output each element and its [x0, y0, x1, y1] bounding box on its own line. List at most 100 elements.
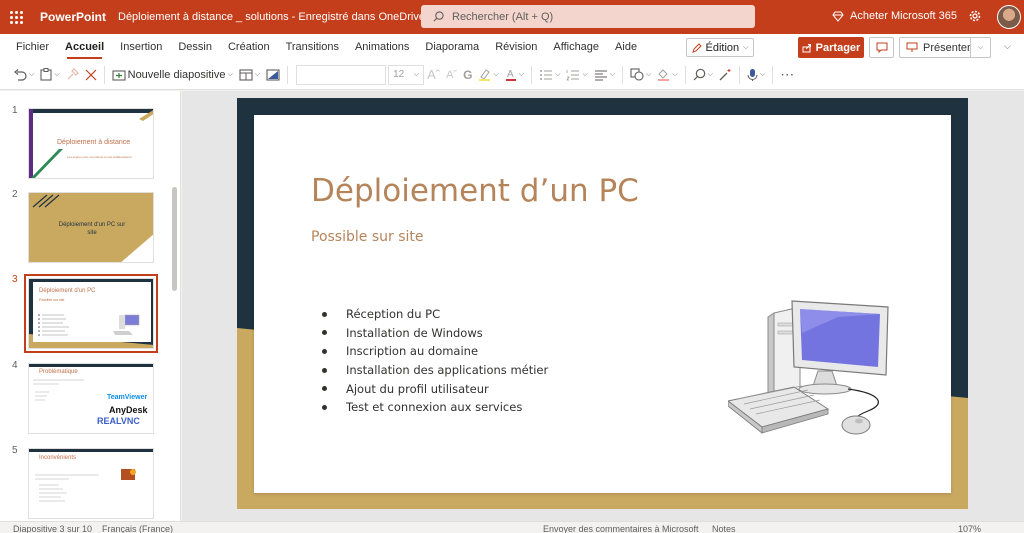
paint-bucket-icon — [658, 69, 670, 81]
slide-title[interactable]: Déploiement d’un PC — [311, 173, 639, 209]
tab-diaporama[interactable]: Diaporama — [417, 34, 487, 60]
font-color-button[interactable]: A ⌵ — [502, 63, 527, 87]
chevron-down-icon: ⌵ — [1004, 41, 1011, 51]
ribbon-toolbar: ⌵ ⌵ Nouvelle diapositive ⌵ ⌵ 12 ⌵ Aˆ Aˇ … — [0, 60, 1024, 90]
font-size-input[interactable]: 12 ⌵ — [388, 64, 425, 85]
waffle-icon — [9, 10, 23, 24]
tab-aide[interactable]: Aide — [607, 34, 645, 60]
slide-subtitle[interactable]: Possible sur site — [311, 229, 424, 245]
chevron-down-icon: ⌵ — [759, 70, 766, 78]
tab-revision[interactable]: Révision — [487, 34, 545, 60]
language-status[interactable]: Français (France) — [102, 524, 173, 533]
thumbnail-title: Déploiement d'un PC — [39, 288, 96, 294]
new-slide-icon — [112, 69, 126, 81]
buy-microsoft-365-link[interactable]: Acheter Microsoft 365 — [832, 10, 957, 22]
tab-transitions[interactable]: Transitions — [278, 34, 347, 60]
chevron-down-icon: ⌵ — [582, 70, 588, 78]
thumbnail-subtitle: Possible sur site — [39, 298, 65, 302]
share-icon — [802, 43, 811, 52]
thumbnail-number: 3 — [12, 274, 18, 285]
realvnc-logo: REALVNC — [97, 416, 140, 426]
tab-accueil[interactable]: Accueil — [57, 34, 112, 60]
notes-button[interactable]: Notes — [712, 524, 736, 533]
thumbnails-scrollbar[interactable] — [172, 187, 177, 291]
zoom-level[interactable]: 107% — [958, 524, 981, 533]
tab-insertion[interactable]: Insertion — [112, 34, 170, 60]
slide-3[interactable]: Déploiement d’un PC Possible sur site Ré… — [254, 115, 951, 493]
bullet-list[interactable]: Réception du PC Installation de Windows … — [322, 305, 548, 417]
thumbnail-number: 5 — [12, 445, 18, 456]
numbering-button[interactable]: ⌵ — [563, 63, 590, 87]
tab-dessin[interactable]: Dessin — [170, 34, 220, 60]
chevron-down-icon: ⌵ — [646, 70, 652, 78]
ribbon-options-button[interactable]: ⌵ — [1004, 40, 1011, 52]
share-button[interactable]: Partager — [798, 37, 864, 58]
font-name-input[interactable] — [296, 64, 387, 85]
decrease-font-icon: Aˇ — [446, 68, 458, 81]
delete-button[interactable] — [82, 63, 100, 87]
chevron-down-icon: ⌵ — [743, 43, 749, 51]
list-item: Réception du PC — [322, 305, 548, 324]
document-title[interactable]: Déploiement à distance _ solutions - Enr… — [118, 11, 434, 23]
present-options-button[interactable]: ⌵ — [970, 38, 990, 57]
chevron-down-icon: ⌵ — [493, 70, 499, 78]
more-options-button[interactable]: ⋯ — [777, 63, 798, 87]
dictate-button[interactable]: ⌵ — [744, 63, 768, 87]
toolbar-divider — [684, 65, 686, 84]
chevron-down-icon: ⌵ — [977, 43, 984, 51]
tab-affichage[interactable]: Affichage — [545, 34, 607, 60]
shapes-button[interactable]: ⌵ — [627, 63, 654, 87]
layout-button[interactable]: ⌵ — [236, 63, 263, 87]
slide-thumbnail-4[interactable]: Problématique TeamViewer AnyDesk REALVNC — [28, 363, 154, 434]
avatar[interactable] — [997, 5, 1021, 29]
shapes-icon — [630, 68, 644, 81]
chevron-down-icon: ⌵ — [672, 70, 678, 78]
designer-button[interactable] — [716, 63, 735, 87]
slide-thumbnail-2[interactable]: Déploiement d'un PC sur site — [28, 192, 154, 263]
app-name[interactable]: PowerPoint — [40, 10, 112, 24]
find-button[interactable]: ⌵ — [690, 63, 716, 87]
paste-button[interactable]: ⌵ — [37, 63, 62, 87]
tab-animations[interactable]: Animations — [347, 34, 417, 60]
font-style-button[interactable]: G — [460, 63, 475, 87]
bullets-button[interactable]: ⌵ — [536, 63, 563, 87]
font-color-icon: A — [505, 69, 516, 81]
slide-design-icon — [266, 68, 280, 81]
thumbnail-number: 4 — [12, 360, 18, 371]
thumbnail-title: Inconvénients — [39, 455, 77, 461]
search-input[interactable]: Rechercher (Alt + Q) — [421, 5, 755, 28]
comments-button[interactable] — [869, 37, 894, 58]
decrease-font-size-button[interactable]: Aˇ — [443, 63, 460, 87]
shape-fill-button[interactable]: ⌵ — [654, 63, 680, 87]
format-painter-button[interactable] — [63, 63, 82, 87]
settings-button[interactable] — [968, 9, 982, 26]
increase-font-size-button[interactable]: Aˆ — [424, 63, 443, 87]
design-ideas-button[interactable] — [263, 63, 283, 87]
computer-illustration[interactable] — [728, 293, 893, 438]
slide-thumbnail-3[interactable]: Déploiement d'un PC Possible sur site — [24, 274, 158, 353]
teamviewer-logo: TeamViewer — [107, 394, 148, 401]
undo-button[interactable]: ⌵ — [10, 63, 37, 87]
align-button[interactable]: ⌵ — [591, 63, 618, 87]
list-item: Test et connexion aux services — [322, 398, 548, 417]
chevron-down-icon: ⌵ — [518, 70, 525, 78]
new-slide-button[interactable]: Nouvelle diapositive ⌵ — [109, 63, 236, 87]
slide-thumbnail-1[interactable]: Déploiement à distance Les enjeux pour v… — [28, 108, 154, 179]
highlight-button[interactable]: ⌵ — [475, 63, 501, 87]
tab-fichier[interactable]: Fichier — [8, 34, 57, 60]
buy-microsoft-365-label: Acheter Microsoft 365 — [850, 10, 957, 22]
thumbnail-number: 2 — [12, 189, 18, 200]
feedback-link[interactable]: Envoyer des commentaires à Microsoft — [543, 524, 699, 533]
chevron-down-icon: ⌵ — [227, 70, 233, 78]
editing-mode-button[interactable]: Édition ⌵ — [686, 38, 754, 57]
toolbar-divider — [103, 65, 105, 84]
present-label: Présenter — [923, 41, 971, 54]
more-icon: ⋯ — [780, 66, 796, 82]
tab-creation[interactable]: Création — [220, 34, 278, 60]
numbering-icon — [566, 69, 580, 80]
status-bar: Diapositive 3 sur 10 Français (France) E… — [0, 521, 1024, 533]
present-button[interactable]: Présenter ⌵ — [899, 37, 991, 58]
layout-icon — [239, 68, 253, 81]
slide-thumbnail-5[interactable]: Inconvénients — [28, 448, 154, 519]
app-launcher-button[interactable] — [0, 0, 32, 34]
